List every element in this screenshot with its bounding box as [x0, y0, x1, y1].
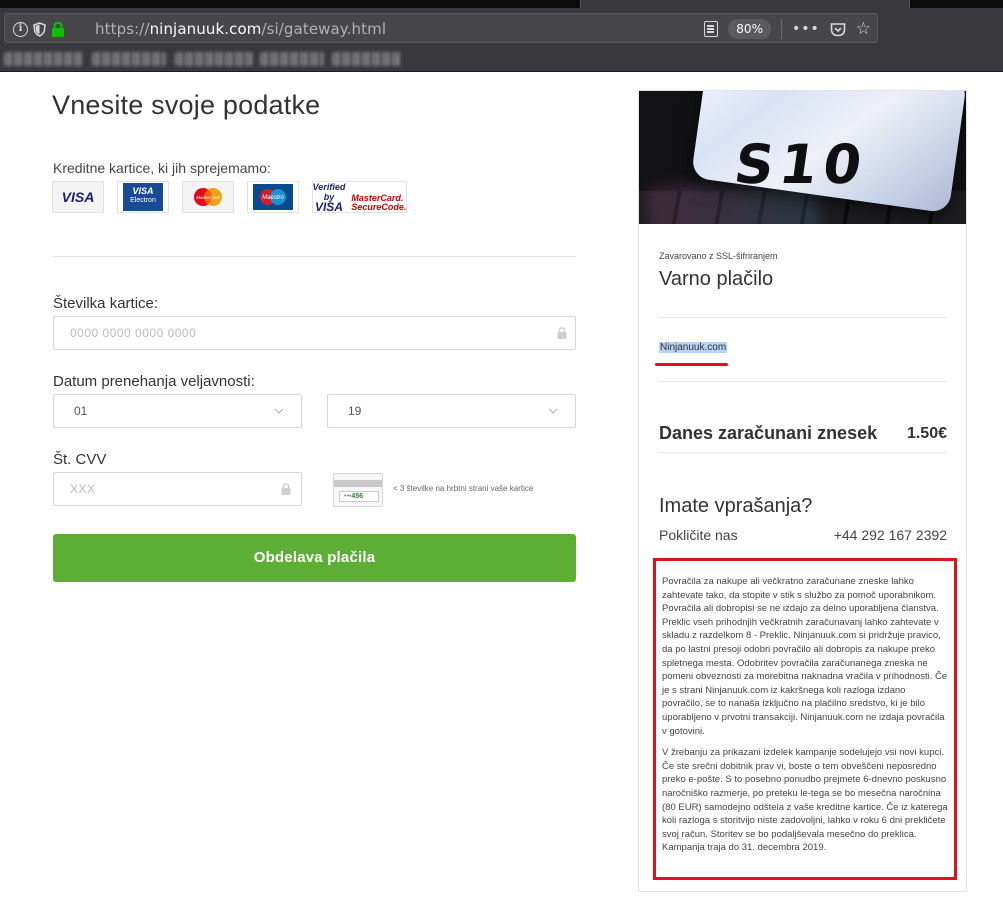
- banner-text: S10: [730, 133, 872, 196]
- phone-number[interactable]: +44 292 167 2392: [834, 527, 947, 543]
- cvv-digits: 456: [351, 493, 364, 500]
- signature-strip: •••456: [339, 491, 379, 502]
- questions-title: Imate vprašanja?: [659, 495, 813, 517]
- maestro-logo: Maestro: [247, 181, 299, 213]
- info-icon[interactable]: i: [13, 21, 28, 37]
- pocket-icon[interactable]: [830, 22, 846, 37]
- bookmark-item[interactable]: [4, 52, 84, 66]
- call-us-label: Pokličite nas: [659, 527, 738, 543]
- accepted-cards-label: Kreditne kartice, ki jih sprejemamo:: [53, 160, 271, 176]
- url-scheme: https://: [95, 20, 150, 38]
- expiry-year-value: 19: [348, 404, 362, 418]
- panel-divider: [659, 452, 947, 453]
- mastercard-logo: MasterCard: [182, 181, 234, 213]
- tracking-shield-icon[interactable]: [33, 21, 46, 37]
- verified-by-text: Verified by: [312, 182, 346, 202]
- mc-securecode-line2: SecureCode.: [351, 202, 407, 212]
- product-banner-image: S10: [639, 91, 966, 224]
- expiry-month-select[interactable]: 01: [53, 394, 302, 428]
- cvv-card-illustration: •••456: [333, 473, 383, 507]
- panel-divider: [659, 317, 947, 318]
- cvv-input[interactable]: XXX: [53, 472, 302, 506]
- expiry-year-select[interactable]: 19: [327, 394, 576, 428]
- order-summary-panel: S10 Zavarovano z SSL-šifriranjem Varno p…: [638, 90, 967, 892]
- cvv-hint: < 3 številke na hrbtni strani vaše karti…: [393, 484, 534, 493]
- lock-icon: [281, 483, 291, 495]
- tab-strip: [0, 0, 1003, 8]
- panel-divider: [659, 381, 947, 382]
- separator: [780, 19, 782, 39]
- card-number-placeholder: 0000 0000 0000 0000: [70, 326, 197, 340]
- expiry-label: Datum prenehanja veljavnosti:: [53, 373, 255, 390]
- lock-icon: [557, 327, 567, 339]
- electron-top-text: VISA: [132, 186, 154, 196]
- bookmark-item[interactable]: [260, 52, 325, 66]
- ssl-label: Zavarovano z SSL-šifriranjem: [659, 251, 778, 261]
- bookmark-item[interactable]: [92, 52, 167, 66]
- chevron-down-icon: [274, 408, 284, 414]
- mastercard-logo-text: MasterCard: [196, 195, 220, 200]
- address-bar[interactable]: i https://ninjanuuk.com/si/gateway.html …: [4, 13, 878, 43]
- visa-logo-text: VISA: [61, 189, 95, 205]
- page-actions-menu-icon[interactable]: •••: [792, 21, 820, 37]
- visa-logo: VISA: [52, 181, 104, 213]
- bookmarks-toolbar: [0, 46, 1003, 72]
- url-host: ninjanuuk.com: [149, 20, 262, 38]
- visa-electron-logo: VISA Electron: [117, 181, 169, 213]
- zoom-indicator[interactable]: 80%: [728, 19, 771, 39]
- electron-bottom-text: Electron: [130, 197, 156, 204]
- browser-toolbar: i https://ninjanuuk.com/si/gateway.html …: [0, 0, 1003, 46]
- cvv-placeholder: XXX: [70, 482, 96, 496]
- secure-payment-logos: Verified by VISA MasterCard. SecureCode.: [312, 181, 407, 213]
- chevron-down-icon: [548, 408, 558, 414]
- payment-page: Vnesite svoje podatke Kreditne kartice, …: [0, 73, 1003, 897]
- annotation-underline: [655, 363, 728, 366]
- section-divider: [53, 256, 576, 257]
- cvv-label: Št. CVV: [53, 451, 107, 468]
- page-title: Vnesite svoje podatke: [52, 90, 321, 120]
- bookmark-item[interactable]: [332, 52, 402, 66]
- card-number-label: Številka kartice:: [53, 295, 159, 312]
- subscription-terms: V žrebanju za prikazani izdelek kampanje…: [662, 747, 948, 854]
- terms-annotation-box: Povračila za nakupe ali večkratno zaraču…: [653, 558, 957, 880]
- merchant-name: Ninjanuuk.com: [659, 342, 728, 353]
- process-payment-button[interactable]: Obdelava plačila: [53, 534, 576, 582]
- accepted-cards-row: VISA VISA Electron MasterCard Maestro Ve…: [52, 181, 407, 213]
- url-text[interactable]: https://ninjanuuk.com/si/gateway.html: [95, 19, 386, 39]
- charge-amount: 1.50€: [906, 425, 947, 442]
- url-path: /si/gateway.html: [261, 20, 387, 38]
- charge-label: Danes zaračunani znesek: [659, 423, 878, 443]
- maestro-logo-text: Maestro: [262, 195, 284, 201]
- lock-icon[interactable]: [51, 21, 65, 37]
- expiry-month-value: 01: [74, 404, 88, 418]
- refund-terms: Povračila za nakupe ali večkratno zaraču…: [662, 576, 948, 737]
- active-tab[interactable]: [580, 0, 910, 8]
- bookmark-star-icon[interactable]: ☆: [856, 20, 871, 38]
- verified-visa-text: VISA: [314, 200, 343, 214]
- card-number-input[interactable]: 0000 0000 0000 0000: [53, 316, 576, 350]
- bookmark-item[interactable]: [175, 52, 253, 66]
- secure-payment-title: Varno plačilo: [659, 268, 774, 290]
- reader-view-icon[interactable]: [704, 21, 719, 37]
- magnetic-stripe: [334, 480, 382, 487]
